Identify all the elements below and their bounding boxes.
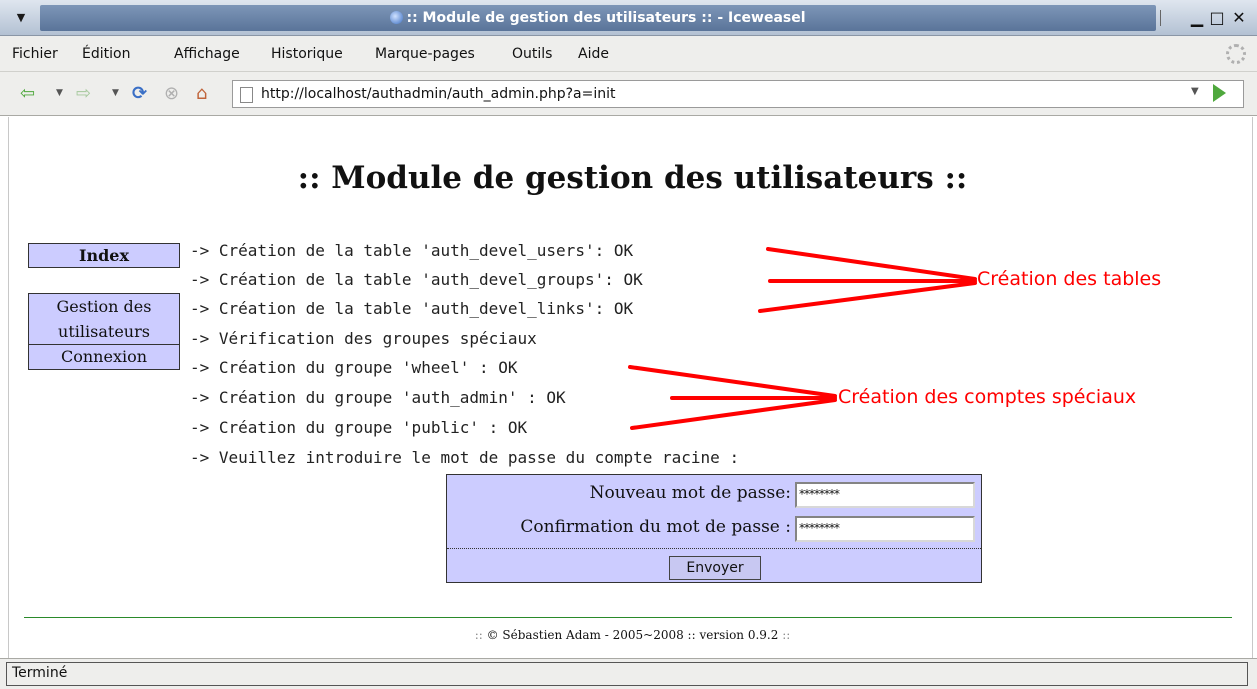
- annotation-comptes-speciaux: Création des comptes spéciaux: [838, 386, 1137, 408]
- footer-prefix: ::: [474, 628, 483, 642]
- annotation-tables: Création des tables: [977, 268, 1162, 290]
- arrow-accounts-1: [628, 365, 837, 398]
- status-text: Terminé: [12, 665, 68, 681]
- footer-divider: [24, 617, 1232, 618]
- footer: :: © Sébastien Adam - 2005~2008 :: versi…: [0, 628, 1257, 642]
- footer-text: © Sébastien Adam - 2005~2008 :: version …: [486, 628, 779, 642]
- annotation-arrows: [628, 247, 977, 430]
- arrow-tables-3: [758, 281, 977, 313]
- arrow-accounts-3: [630, 398, 837, 430]
- status-bar: Terminé: [0, 658, 1257, 689]
- status-panel: [6, 662, 1248, 686]
- footer-suffix: ::: [782, 628, 791, 642]
- arrow-tables-1: [766, 247, 977, 281]
